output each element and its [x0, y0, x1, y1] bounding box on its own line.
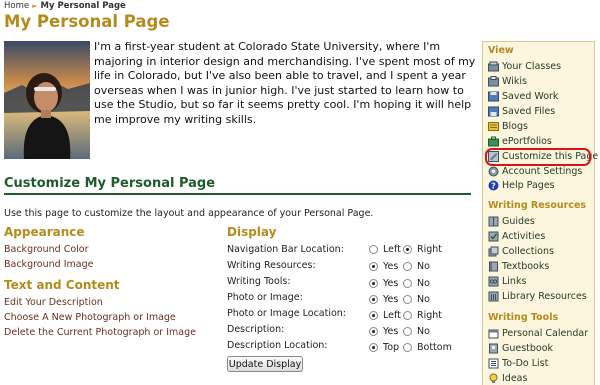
setting-label: Photo or Image:	[227, 292, 303, 303]
todo-icon	[488, 358, 499, 369]
sidebar-item-collections[interactable]: Collections	[488, 246, 554, 257]
svg-text:?: ?	[491, 182, 496, 191]
calendar-icon	[488, 329, 499, 339]
sidebar-item-guestbook[interactable]: Guestbook	[488, 343, 553, 354]
customize-intro: Use this page to customize the layout an…	[4, 208, 374, 219]
sidebar-item-your-classes[interactable]: Your Classes	[488, 61, 561, 72]
account-settings-icon	[488, 166, 499, 177]
saved-files-icon	[488, 106, 499, 117]
sidebar-item-saved-work[interactable]: Saved Work	[488, 91, 558, 102]
radio-resources-no[interactable]: No	[403, 261, 430, 272]
profile-photo	[4, 41, 90, 159]
setting-label: Description Location:	[227, 340, 328, 351]
radio-description-location-top[interactable]: Top	[369, 342, 399, 353]
textbooks-icon	[489, 261, 498, 272]
library-icon	[488, 291, 499, 302]
sidebar-item-activities[interactable]: Activities	[488, 231, 545, 242]
customize-section-title: Customize My Personal Page	[4, 176, 216, 191]
radio-tools-yes[interactable]: Yes	[369, 278, 398, 289]
radio-resources-yes[interactable]: Yes	[369, 261, 398, 272]
update-display-button[interactable]: Update Display	[227, 356, 303, 372]
guestbook-icon	[489, 343, 498, 354]
collections-icon	[488, 246, 499, 257]
sidebar-heading-writing-resources: Writing Resources	[488, 200, 587, 211]
sidebar-item-personal-calendar[interactable]: Personal Calendar	[488, 328, 588, 339]
radio-navbar-left[interactable]: Left	[369, 244, 401, 255]
setting-label: Description:	[227, 324, 285, 335]
radio-description-no[interactable]: No	[403, 326, 430, 337]
radio-photo-location-left[interactable]: Left	[369, 310, 401, 321]
page-title: My Personal Page	[4, 12, 170, 31]
sidebar-item-help-pages[interactable]: ? Help Pages	[488, 180, 555, 191]
links-icon	[488, 276, 499, 287]
wikis-icon	[488, 76, 499, 87]
section-divider	[4, 193, 471, 195]
breadcrumb: Home ► My Personal Page	[4, 1, 126, 11]
classes-icon	[488, 61, 499, 72]
radio-photo-location-right[interactable]: Right	[403, 310, 442, 321]
radio-navbar-right[interactable]: Right	[403, 244, 442, 255]
sidebar-heading-view: View	[488, 45, 514, 56]
sidebar-item-links[interactable]: Links	[488, 276, 526, 287]
sidebar-item-saved-files[interactable]: Saved Files	[488, 106, 555, 117]
setting-label: Writing Resources:	[227, 260, 316, 271]
sidebar-item-eportfolios[interactable]: ePortfolios	[488, 136, 552, 147]
sidebar-item-ideas[interactable]: Ideas	[488, 373, 527, 384]
breadcrumb-home-link[interactable]: Home	[4, 1, 29, 11]
sidebar-heading-writing-tools: Writing Tools	[488, 312, 559, 323]
blogs-icon	[488, 122, 499, 131]
radio-photo-no[interactable]: No	[403, 294, 430, 305]
sidebar-item-wikis[interactable]: Wikis	[488, 76, 527, 87]
radio-description-location-bottom[interactable]: Bottom	[403, 342, 452, 353]
setting-label: Navigation Bar Location:	[227, 244, 344, 255]
eportfolios-icon	[488, 136, 499, 147]
sidebar-item-account-settings[interactable]: Account Settings	[488, 166, 582, 177]
saved-work-icon	[488, 91, 499, 102]
sidebar-item-textbooks[interactable]: Textbooks	[488, 261, 549, 272]
display-heading: Display	[227, 225, 277, 239]
breadcrumb-separator-icon: ►	[32, 2, 38, 10]
text-content-heading: Text and Content	[4, 278, 120, 292]
appearance-heading: Appearance	[4, 225, 85, 239]
edit-description-link[interactable]: Edit Your Description	[4, 297, 103, 308]
sidebar-item-blogs[interactable]: Blogs	[488, 121, 528, 132]
radio-tools-no[interactable]: No	[403, 278, 430, 289]
delete-photo-link[interactable]: Delete the Current Photograph or Image	[4, 327, 196, 338]
sidebar-item-guides[interactable]: Guides	[488, 216, 535, 227]
breadcrumb-current: My Personal Page	[40, 1, 126, 11]
background-color-link[interactable]: Background Color	[4, 244, 89, 255]
background-image-link[interactable]: Background Image	[4, 259, 93, 270]
bio-description: I'm a first-year student at Colorado Sta…	[94, 40, 476, 126]
choose-photo-link[interactable]: Choose A New Photograph or Image	[4, 312, 176, 323]
activities-icon	[488, 231, 499, 242]
ideas-icon	[489, 373, 498, 383]
radio-description-yes[interactable]: Yes	[369, 326, 398, 337]
sidebar: View Your Classes Wikis Saved Work Saved…	[482, 41, 598, 385]
sidebar-item-to-do-list[interactable]: To-Do List	[488, 358, 548, 369]
setting-label: Photo or Image Location:	[227, 308, 347, 319]
help-icon: ?	[488, 180, 499, 191]
sidebar-item-library-resources[interactable]: Library Resources	[488, 291, 587, 302]
guides-icon	[488, 216, 499, 227]
highlight-ring	[485, 148, 591, 166]
radio-photo-yes[interactable]: Yes	[369, 294, 398, 305]
setting-label: Writing Tools:	[227, 276, 291, 287]
